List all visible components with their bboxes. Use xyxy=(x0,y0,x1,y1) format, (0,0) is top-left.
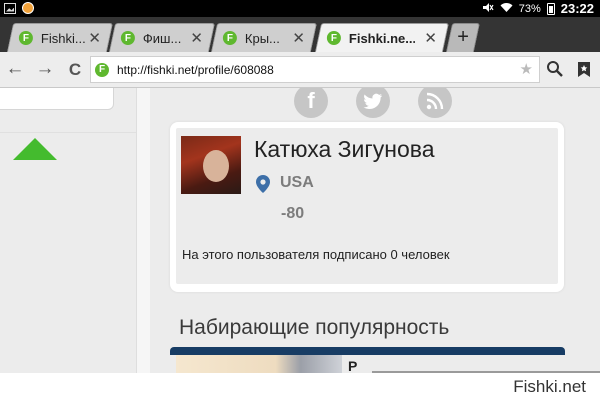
site-favicon-icon: F xyxy=(95,62,109,77)
divider xyxy=(0,132,136,133)
nav-bar: ← → C F http://fishki.net/profile/608088… xyxy=(0,52,600,88)
profile-card-inner: Катюха Зигунова USA -80 На этого пользов… xyxy=(176,128,558,284)
close-tab-icon[interactable]: ✕ xyxy=(88,29,101,47)
address-bar[interactable]: F http://fishki.net/profile/608088 ★ xyxy=(90,56,540,83)
column-divider xyxy=(136,88,150,373)
mute-icon xyxy=(482,2,494,16)
watermark: Fishki.net xyxy=(513,377,586,396)
app-notification-icon xyxy=(22,2,34,14)
fishki-favicon-icon: F xyxy=(222,31,237,45)
new-tab-button[interactable]: + xyxy=(445,23,481,52)
fishki-favicon-icon: F xyxy=(18,31,33,45)
left-sidebar-box xyxy=(0,88,114,110)
article-title-fragment[interactable]: Р xyxy=(348,358,357,373)
forward-button[interactable]: → xyxy=(34,58,56,80)
close-tab-icon[interactable]: ✕ xyxy=(190,29,203,47)
status-bar: 73% 23:22 xyxy=(0,0,600,17)
wifi-icon xyxy=(500,2,513,16)
search-icon[interactable] xyxy=(546,60,564,78)
tab-2[interactable]: F Фиш... ✕ xyxy=(108,23,216,52)
article-thumbnail[interactable] xyxy=(176,355,342,373)
web-page: f Катюха Зигунова USA -80 На этого польз… xyxy=(0,88,600,373)
fishki-favicon-icon: F xyxy=(120,31,135,45)
subscribers-text: На этого пользователя подписано 0 челове… xyxy=(182,247,450,262)
scroll-up-arrow-icon[interactable] xyxy=(13,138,57,160)
location-pin-icon xyxy=(256,175,270,193)
fishki-favicon-icon: F xyxy=(326,31,341,45)
tab-3[interactable]: F Кры... ✕ xyxy=(210,23,318,52)
status-icons-left xyxy=(4,2,34,14)
reload-button[interactable]: C xyxy=(64,60,86,80)
gallery-icon xyxy=(4,2,16,14)
status-icons-right: 73% 23:22 xyxy=(482,1,594,16)
profile-country: USA xyxy=(280,174,314,191)
tab-1[interactable]: F Fishki... ✕ xyxy=(6,23,114,52)
tab-4-active[interactable]: F Fishki.ne... ✕ xyxy=(314,23,450,52)
tab-bar: F Fishki... ✕ F Фиш... ✕ F Кры... ✕ F Fi… xyxy=(0,17,600,52)
tab-label: Fishki.ne... xyxy=(348,30,415,46)
screen: 73% 23:22 F Fishki... ✕ F Фиш... ✕ F Кры… xyxy=(0,0,600,405)
close-tab-icon[interactable]: ✕ xyxy=(424,29,437,47)
section-header-bar xyxy=(170,347,565,355)
battery-icon xyxy=(546,2,555,15)
tab-label: Fishki... xyxy=(40,30,86,46)
watermark-strip xyxy=(0,373,600,405)
back-button[interactable]: ← xyxy=(4,58,26,80)
plus-icon: + xyxy=(457,26,469,48)
bookmark-icon[interactable] xyxy=(577,61,591,78)
profile-rating: -80 xyxy=(281,205,305,222)
url-text[interactable]: http://fishki.net/profile/608088 xyxy=(117,63,274,77)
close-tab-icon[interactable]: ✕ xyxy=(292,29,305,47)
section-title: Набирающие популярность xyxy=(179,316,450,339)
tab-label: Кры... xyxy=(244,30,280,46)
profile-name: Катюха Зигунова xyxy=(254,136,435,162)
tab-label: Фиш... xyxy=(142,30,182,46)
star-icon[interactable]: ★ xyxy=(520,60,533,78)
clock: 23:22 xyxy=(560,1,594,16)
avatar[interactable] xyxy=(181,136,241,194)
battery-percent: 73% xyxy=(518,2,541,15)
profile-card: Катюха Зигунова USA -80 На этого пользов… xyxy=(170,122,564,292)
avatar-face xyxy=(203,150,229,182)
